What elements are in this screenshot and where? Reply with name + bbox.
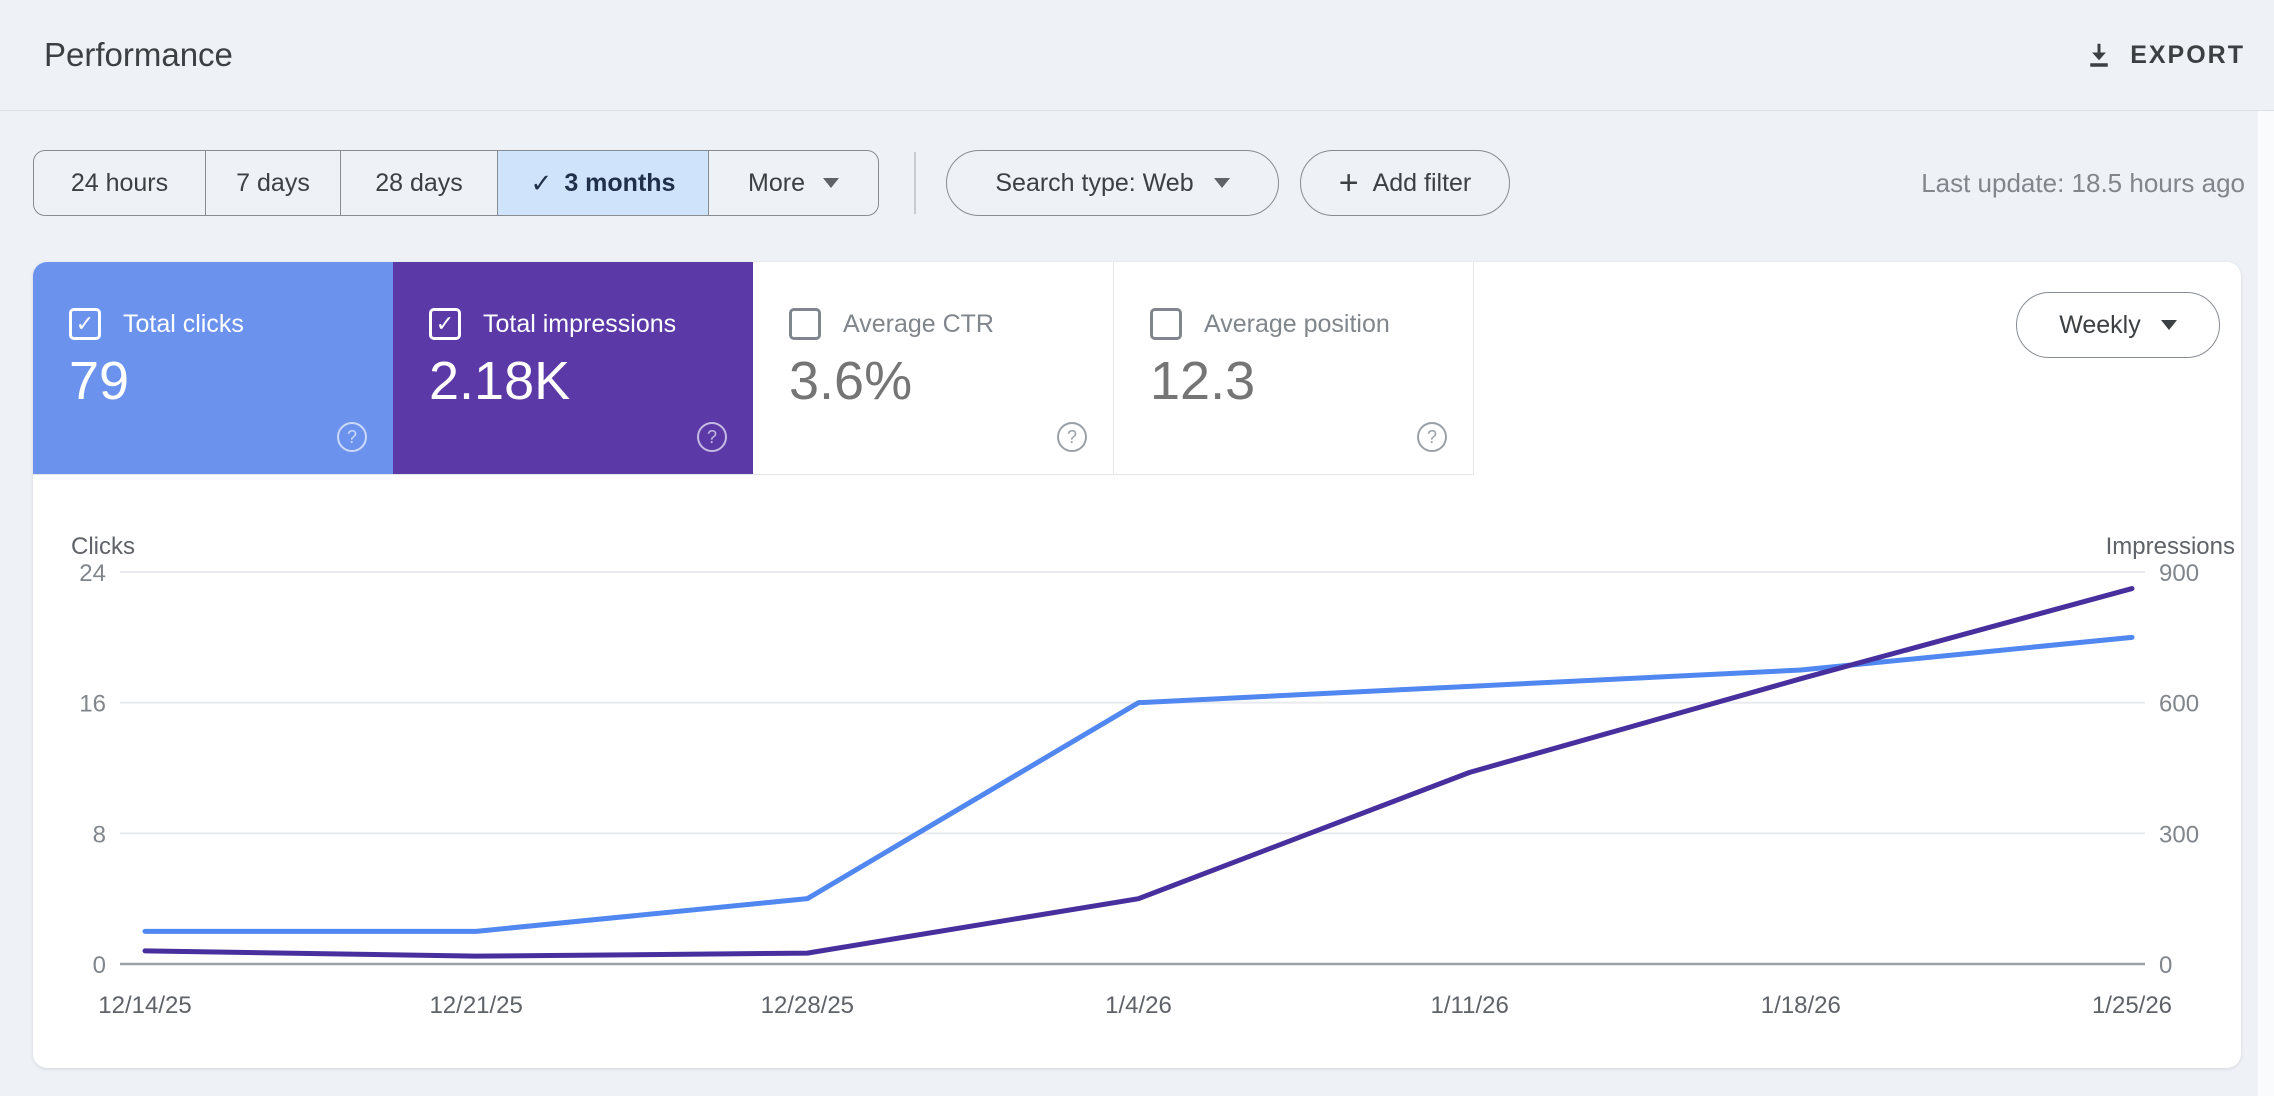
range-chip-label: 28 days bbox=[375, 168, 463, 197]
x-axis-label: 12/14/25 bbox=[98, 992, 191, 1019]
x-axis-label: 12/28/25 bbox=[761, 992, 854, 1019]
performance-card: ✓ Total clicks 79 ? ✓ Total impressions … bbox=[33, 262, 2241, 1068]
range-chip-label: 3 months bbox=[564, 168, 676, 197]
date-range-group: ✓ 24 hours ✓ 7 days ✓ 28 days ✓ 3 months… bbox=[33, 150, 879, 216]
download-icon bbox=[2084, 40, 2114, 70]
y-axis-tick-right: 600 bbox=[2159, 691, 2199, 718]
x-axis-label: 1/18/26 bbox=[1761, 992, 1841, 1019]
y-axis-tick-left: 24 bbox=[79, 560, 106, 587]
more-dropdown[interactable]: More bbox=[709, 151, 878, 215]
add-filter-label: Add filter bbox=[1372, 168, 1472, 197]
search-type-dropdown[interactable]: Search type: Web bbox=[946, 150, 1279, 216]
plus-icon: + bbox=[1338, 164, 1359, 202]
performance-chart: 0 8 16 24 0 300 600 900 Clicks Impressions 12/14/2… bbox=[71, 533, 2235, 1019]
right-axis-title: Impressions bbox=[2106, 533, 2235, 560]
impressions-line bbox=[142, 586, 2135, 959]
filter-divider bbox=[914, 152, 916, 214]
chevron-down-icon bbox=[822, 178, 839, 188]
filter-bar: ✓ 24 hours ✓ 7 days ✓ 28 days ✓ 3 months… bbox=[0, 150, 2274, 216]
range-chip-label: 7 days bbox=[236, 168, 310, 197]
range-chip-label: 24 hours bbox=[70, 168, 169, 197]
x-axis-label: 1/25/26 bbox=[2092, 992, 2172, 1019]
x-axis-label: 1/11/26 bbox=[1431, 992, 1509, 1019]
y-axis-tick-right: 300 bbox=[2159, 821, 2199, 848]
x-axis-label: 1/4/26 bbox=[1105, 992, 1172, 1019]
export-label: EXPORT bbox=[2130, 40, 2245, 69]
more-label: More bbox=[748, 168, 805, 197]
x-axis-label: 12/21/25 bbox=[429, 992, 522, 1019]
y-axis-tick-left: 8 bbox=[93, 821, 106, 848]
left-axis-title: Clicks bbox=[71, 533, 135, 560]
add-filter-button[interactable]: + Add filter bbox=[1300, 150, 1510, 216]
clicks-line bbox=[142, 634, 2135, 934]
scrollbar[interactable] bbox=[2258, 111, 2274, 1096]
range-chip-28-days[interactable]: ✓ 28 days bbox=[341, 151, 498, 215]
chevron-down-icon bbox=[1213, 178, 1230, 188]
search-type-label: Search type: Web bbox=[995, 168, 1194, 197]
check-icon: ✓ bbox=[530, 167, 553, 198]
page-header: Performance EXPORT bbox=[0, 0, 2274, 111]
range-chip-24-hours[interactable]: ✓ 24 hours bbox=[34, 151, 206, 215]
range-chip-7-days[interactable]: ✓ 7 days bbox=[206, 151, 341, 215]
range-chip-3-months[interactable]: ✓ 3 months bbox=[498, 151, 709, 215]
last-update-text: Last update: 18.5 hours ago bbox=[1921, 167, 2245, 198]
export-button[interactable]: EXPORT bbox=[2084, 0, 2245, 110]
y-axis-tick-right: 0 bbox=[2159, 952, 2172, 979]
page-title: Performance bbox=[44, 36, 233, 73]
y-axis-tick-right: 900 bbox=[2159, 560, 2199, 587]
y-axis-tick-left: 16 bbox=[79, 691, 106, 718]
y-axis-tick-left: 0 bbox=[93, 952, 106, 979]
